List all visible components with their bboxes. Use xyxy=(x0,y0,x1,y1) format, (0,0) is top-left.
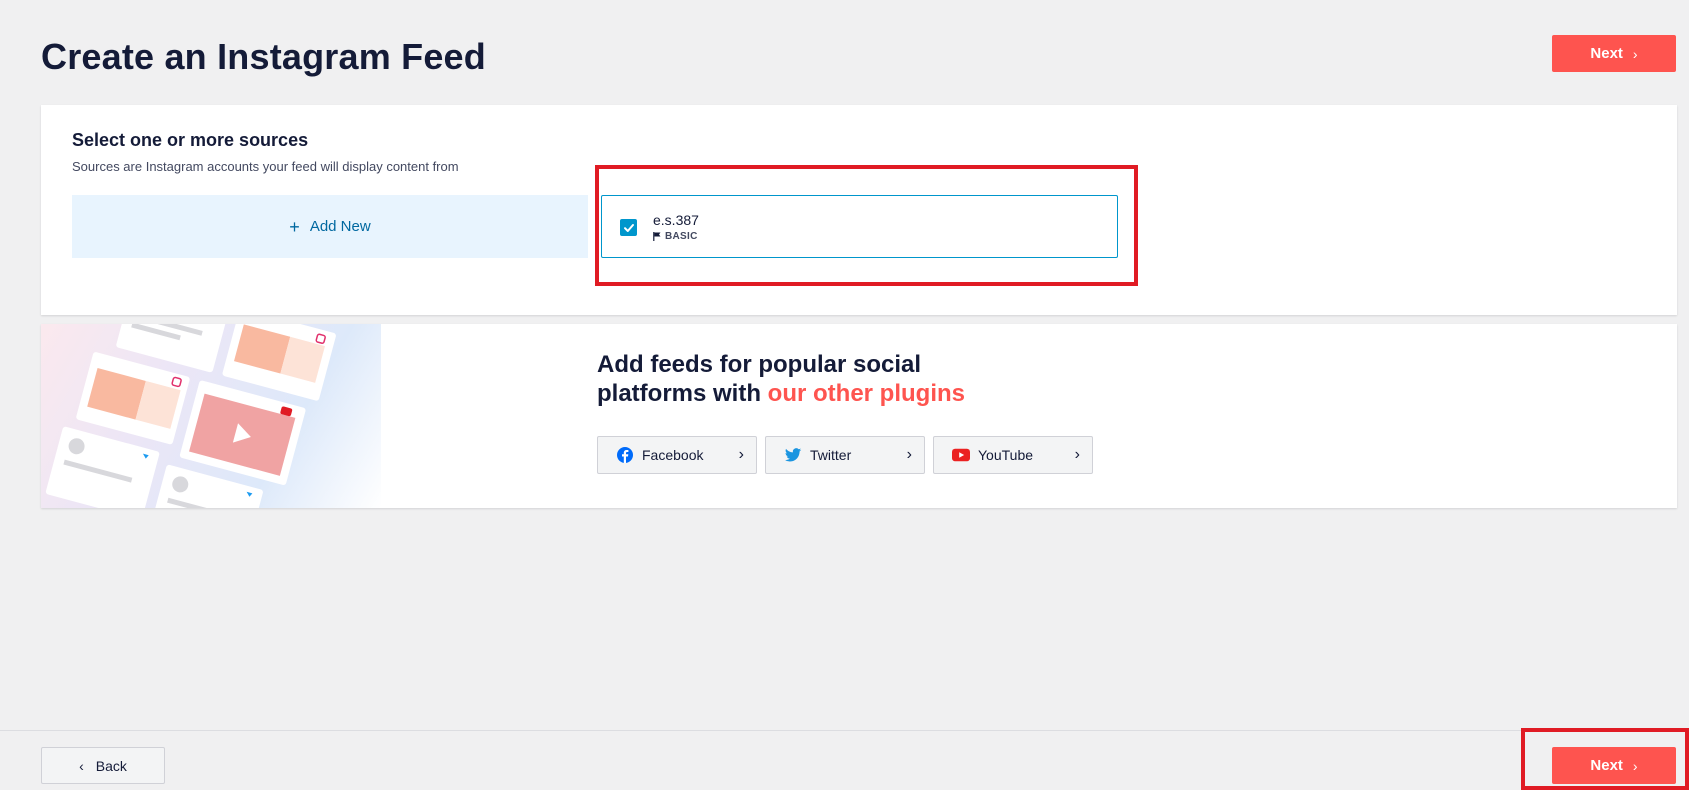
footer-divider xyxy=(0,730,1689,731)
page-title: Create an Instagram Feed xyxy=(41,36,486,77)
add-new-source-button[interactable]: + Add New xyxy=(72,195,588,258)
facebook-plugin-label: Facebook xyxy=(642,447,704,463)
other-plugins-card: Add feeds for popular social platforms w… xyxy=(41,324,1677,508)
twitter-plugin-button[interactable]: Twitter › xyxy=(765,436,925,474)
next-button-label: Next xyxy=(1590,757,1623,774)
source-name: e.s.387 xyxy=(653,212,699,228)
next-button-bottom[interactable]: Next › xyxy=(1552,747,1676,784)
source-type-badge: BASIC xyxy=(653,231,698,242)
youtube-plugin-button[interactable]: YouTube › xyxy=(933,436,1093,474)
twitter-icon xyxy=(784,448,802,462)
next-button-top[interactable]: Next › xyxy=(1552,35,1676,72)
back-button-label: Back xyxy=(95,757,127,774)
sources-description: Sources are Instagram accounts your feed… xyxy=(72,159,459,174)
source-item[interactable]: e.s.387 BASIC xyxy=(601,195,1118,258)
sources-card: Select one or more sources Sources are I… xyxy=(41,105,1677,315)
plus-icon: + xyxy=(289,216,300,237)
chevron-right-icon: › xyxy=(1074,446,1080,463)
back-button[interactable]: ‹ Back xyxy=(41,747,165,784)
sources-title: Select one or more sources xyxy=(72,130,309,150)
youtube-icon xyxy=(952,448,970,462)
plugin-buttons: Facebook › Twitter › YouTube › xyxy=(597,436,1093,474)
chevron-right-icon: › xyxy=(906,446,912,463)
facebook-plugin-button[interactable]: Facebook › xyxy=(597,436,757,474)
chevron-right-icon: › xyxy=(738,446,744,463)
plugins-heading-line1: Add feeds for popular social xyxy=(597,351,922,378)
chevron-right-icon: › xyxy=(1632,757,1638,774)
source-checkbox[interactable] xyxy=(620,219,637,236)
checkmark-icon xyxy=(623,223,634,232)
twitter-plugin-label: Twitter xyxy=(810,447,852,463)
chevron-right-icon: › xyxy=(1632,45,1638,62)
plugins-heading-accent: our other plugins xyxy=(767,380,965,407)
page: Create an Instagram Feed Next › Select o… xyxy=(0,0,1689,790)
source-type-label: BASIC xyxy=(665,231,698,242)
plugins-heading: Add feeds for popular social platforms w… xyxy=(597,350,965,408)
facebook-icon xyxy=(617,447,633,463)
social-feeds-illustration xyxy=(41,324,381,508)
add-new-label: Add New xyxy=(309,218,371,235)
chevron-left-icon: ‹ xyxy=(79,757,84,774)
next-button-label: Next xyxy=(1590,45,1623,62)
flag-icon xyxy=(653,232,661,241)
social-cards-graphic xyxy=(45,324,336,508)
plugins-heading-line2-prefix: platforms with xyxy=(597,380,768,407)
youtube-plugin-label: YouTube xyxy=(978,447,1034,463)
